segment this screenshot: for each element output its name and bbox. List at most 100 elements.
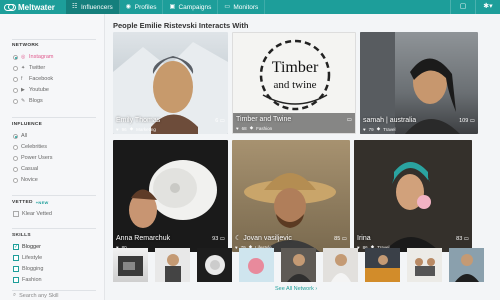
brand-logo[interactable]: Meltwater bbox=[0, 0, 66, 14]
settings-gear-icon[interactable]: ✱▾ bbox=[475, 0, 500, 14]
heart-icon: ♥ bbox=[236, 125, 239, 131]
card-meta: ♥ 79 ◆ Travel bbox=[363, 126, 396, 132]
skill-fashion[interactable]: Fashion bbox=[13, 276, 42, 284]
thumbnail[interactable] bbox=[197, 248, 232, 282]
influencer-card[interactable]: ☾ Jovan vasiljevic 85 ▭ ♥ 79 ◆ Lifestyle bbox=[232, 140, 350, 252]
influence-casual[interactable]: Casual bbox=[13, 165, 38, 173]
option-label: Lifestyle bbox=[22, 255, 43, 261]
tag: Fashion bbox=[256, 125, 273, 131]
thumbnail[interactable] bbox=[281, 248, 316, 282]
skill-blogging[interactable]: Blogging bbox=[13, 265, 43, 273]
thumbnail[interactable] bbox=[239, 248, 274, 282]
chevron-right-icon: › bbox=[315, 286, 318, 292]
influence-power-users[interactable]: Power Users bbox=[13, 154, 52, 162]
network-instagram[interactable]: ◎ Instagram bbox=[13, 53, 53, 61]
tag: Travel bbox=[383, 126, 396, 132]
card-name: samah | australia bbox=[363, 117, 417, 124]
filter-sidebar: NETWORK ◎ Instagram ✦ Twitter f Facebook ▶ Y… bbox=[0, 14, 105, 300]
card-count: 93 ▭ bbox=[212, 236, 225, 242]
option-label: Instagram bbox=[29, 54, 54, 60]
network-youtube[interactable]: ▶ Youtube bbox=[13, 86, 49, 94]
search-icon: ⌕ bbox=[13, 292, 17, 298]
count-value: 93 bbox=[212, 236, 219, 242]
campaign-icon: ▣ bbox=[169, 4, 176, 10]
thumb-photo bbox=[248, 258, 264, 274]
thumb-photo bbox=[165, 254, 181, 282]
heart-icon: ♥ bbox=[116, 126, 119, 132]
logo-text-line2: and twine bbox=[273, 79, 317, 91]
card-name: Irina bbox=[357, 235, 371, 242]
influence-title: INFLUENCE bbox=[12, 122, 43, 127]
count-value: 6 bbox=[215, 118, 219, 124]
count-value: 109 bbox=[459, 118, 469, 124]
thumbnail[interactable] bbox=[113, 248, 148, 282]
option-label: Power Users bbox=[21, 155, 53, 161]
nav-label: Profiles bbox=[134, 3, 157, 11]
radio-icon bbox=[13, 133, 18, 139]
count-value: 83 bbox=[456, 236, 463, 242]
youtube-icon: ▶ bbox=[21, 87, 25, 93]
card-count: 83 ▭ bbox=[456, 236, 469, 242]
option-label: Novice bbox=[21, 177, 38, 183]
radio-icon bbox=[13, 65, 18, 71]
tag-icon: ◆ bbox=[249, 125, 254, 130]
nav-profiles[interactable]: ◉ Profiles bbox=[120, 0, 164, 14]
influence-celebrities[interactable]: Celebrities bbox=[13, 143, 47, 151]
tag: Marketing bbox=[136, 126, 156, 132]
influencer-card[interactable]: Anna Remarchuk 93 ▭ ♥80 bbox=[113, 140, 228, 252]
vetted-klear[interactable]: Klear Vetted bbox=[13, 210, 52, 218]
influencer-card[interactable]: samah | australia 109 ▭ ♥ 79 ◆ Travel bbox=[360, 32, 478, 134]
radio-icon bbox=[13, 144, 18, 150]
influence-all[interactable]: All bbox=[13, 132, 27, 140]
option-label: Blogs bbox=[29, 98, 43, 104]
thumbnail[interactable] bbox=[407, 248, 442, 282]
comment-icon: ▭ bbox=[219, 118, 225, 124]
page-title: People Emilie Ristevski Interacts With bbox=[113, 21, 249, 30]
thumbnail[interactable] bbox=[449, 248, 484, 282]
see-all-network-link[interactable]: See All Network › bbox=[275, 286, 317, 292]
comment-icon: ▭ bbox=[469, 118, 475, 124]
network-twitter[interactable]: ✦ Twitter bbox=[13, 64, 45, 72]
option-label: Klear Vetted bbox=[22, 211, 52, 217]
brand-name: Meltwater bbox=[18, 2, 55, 12]
nav-monitors[interactable]: ▭ Monitors bbox=[218, 0, 266, 14]
thumbnail[interactable] bbox=[365, 248, 400, 282]
skill-lifestyle[interactable]: Lifestyle bbox=[13, 254, 42, 262]
radio-icon bbox=[13, 87, 18, 93]
thumb-photo bbox=[205, 255, 225, 275]
influencer-card[interactable]: Irina 83 ▭ ♥ 86 ◆ Travel bbox=[354, 140, 472, 252]
network-blogs[interactable]: ✎ Blogs bbox=[13, 97, 43, 105]
option-label: Blogger bbox=[22, 244, 41, 250]
nav-label: Influencers bbox=[81, 3, 113, 11]
facebook-icon: f bbox=[21, 76, 23, 82]
instagram-icon: ◎ bbox=[21, 54, 26, 60]
skill-blogger[interactable]: ✓ Blogger bbox=[13, 243, 41, 251]
influence-novice[interactable]: Novice bbox=[13, 176, 38, 184]
nav-influencers[interactable]: ☷ Influencers bbox=[66, 0, 120, 14]
card-meta: ♥ 68 ◆ Fashion bbox=[236, 125, 272, 131]
monitor-icon: ▭ bbox=[224, 4, 231, 10]
chat-icon[interactable]: ▢ bbox=[450, 0, 475, 14]
thumb-photo bbox=[118, 256, 143, 276]
thumb-photo bbox=[365, 255, 400, 282]
nav-campaigns[interactable]: ▣ Campaigns bbox=[163, 0, 219, 14]
thumbnail[interactable] bbox=[323, 248, 358, 282]
influencer-card[interactable]: Timber and twine Timber and Twine ▭ ♥ 68 ◆… bbox=[232, 32, 356, 134]
network-facebook[interactable]: f Facebook bbox=[13, 75, 53, 83]
thumb-photo bbox=[287, 254, 311, 282]
option-label: Fashion bbox=[22, 277, 42, 283]
main-content: People Emilie Ristevski Interacts With E… bbox=[110, 14, 500, 300]
comment-icon: ▭ bbox=[341, 236, 347, 242]
followers: 68 bbox=[241, 125, 247, 131]
checkbox-icon bbox=[13, 266, 19, 272]
skill-search-input[interactable]: ⌕ Search any Skill bbox=[13, 292, 59, 299]
logo-text-line1: Timber bbox=[271, 59, 319, 76]
influencer-card[interactable]: Emily Thomas 6 ▭ ♥ 96 ◆ Marketing bbox=[113, 32, 228, 134]
blog-icon: ✎ bbox=[21, 98, 26, 104]
comment-icon: ▭ bbox=[346, 117, 352, 123]
thumbnail[interactable] bbox=[155, 248, 190, 282]
option-label: All bbox=[21, 133, 28, 139]
option-label: Youtube bbox=[29, 87, 49, 93]
twitter-icon: ✦ bbox=[21, 65, 26, 71]
checkbox-icon bbox=[13, 211, 19, 217]
